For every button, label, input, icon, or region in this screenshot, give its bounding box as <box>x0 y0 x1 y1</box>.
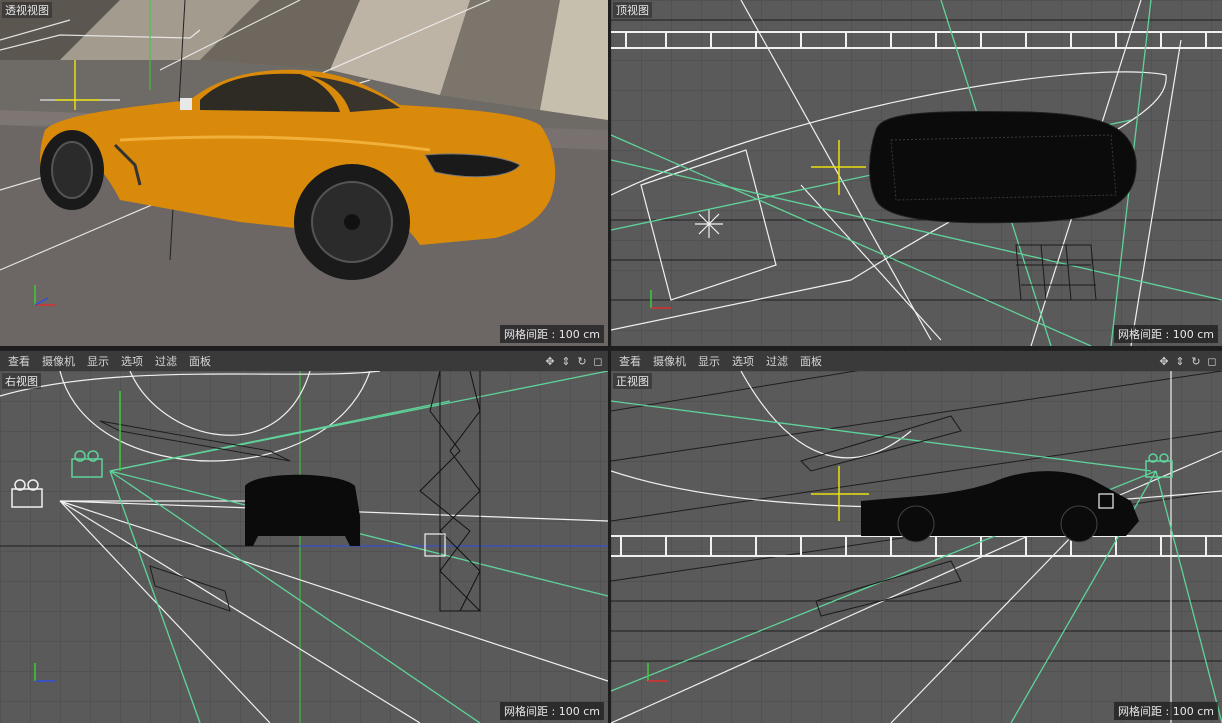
menu-filter[interactable]: 过滤 <box>766 353 788 369</box>
menu-camera[interactable]: 摄像机 <box>653 353 686 369</box>
zoom-view-icon[interactable]: ⇕ <box>560 355 572 368</box>
menu-panel[interactable]: 面板 <box>800 353 822 369</box>
right-scene <box>0 371 608 723</box>
menu-display[interactable]: 显示 <box>87 353 109 369</box>
toggle-view-icon[interactable]: ◻ <box>1206 355 1218 368</box>
front-viewport-menubar: 查看 摄像机 显示 选项 过滤 面板 ✥ ⇕ ↻ ◻ <box>611 350 1222 372</box>
right-viewport-menubar: 查看 摄像机 显示 选项 过滤 面板 ✥ ⇕ ↻ ◻ <box>0 350 608 372</box>
viewport-divider-vertical[interactable] <box>608 0 611 723</box>
move-view-icon[interactable]: ✥ <box>544 355 556 368</box>
right-grid-spacing: 网格间距 : 100 cm <box>500 702 604 720</box>
rotate-view-icon[interactable]: ↻ <box>576 355 588 368</box>
menu-filter[interactable]: 过滤 <box>155 353 177 369</box>
menu-display[interactable]: 显示 <box>698 353 720 369</box>
rotate-view-icon[interactable]: ↻ <box>1190 355 1202 368</box>
front-viewport[interactable]: 正视图 网格间距 : 100 cm <box>611 371 1222 723</box>
toggle-view-icon[interactable]: ◻ <box>592 355 604 368</box>
perspective-scene <box>0 0 608 346</box>
right-view-label: 右视图 <box>2 373 41 389</box>
menu-options[interactable]: 选项 <box>121 353 143 369</box>
perspective-viewport[interactable]: 透视视图 网格间距 : 100 cm <box>0 0 608 346</box>
menu-view[interactable]: 查看 <box>619 353 641 369</box>
move-view-icon[interactable]: ✥ <box>1158 355 1170 368</box>
viewport-divider-horizontal[interactable] <box>0 346 1222 350</box>
front-grid-spacing: 网格间距 : 100 cm <box>1114 702 1218 720</box>
menu-options[interactable]: 选项 <box>732 353 754 369</box>
top-scene <box>611 0 1222 346</box>
perspective-grid-spacing: 网格间距 : 100 cm <box>500 325 604 343</box>
zoom-view-icon[interactable]: ⇕ <box>1174 355 1186 368</box>
front-view-label: 正视图 <box>613 373 652 389</box>
menu-panel[interactable]: 面板 <box>189 353 211 369</box>
top-viewport[interactable]: 顶视图 网格间距 : 100 cm <box>611 0 1222 346</box>
right-viewport[interactable]: 右视图 网格间距 : 100 cm <box>0 371 608 723</box>
perspective-view-label: 透视视图 <box>2 2 52 18</box>
front-scene <box>611 371 1222 723</box>
top-view-label: 顶视图 <box>613 2 652 18</box>
menu-view[interactable]: 查看 <box>8 353 30 369</box>
menu-camera[interactable]: 摄像机 <box>42 353 75 369</box>
top-grid-spacing: 网格间距 : 100 cm <box>1114 325 1218 343</box>
